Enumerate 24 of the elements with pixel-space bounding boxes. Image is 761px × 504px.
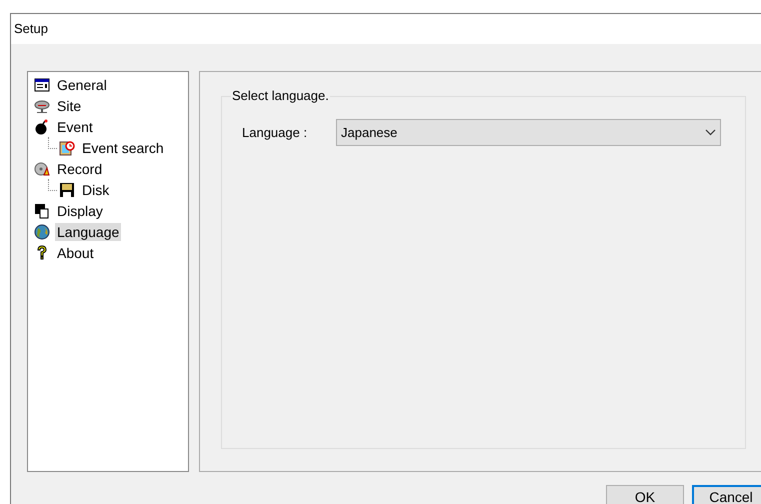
window-icon [34,76,50,92]
window-title: Setup [14,20,48,38]
tree-item[interactable]: Display [55,202,105,220]
film-reel-icon [34,160,50,176]
tree-item[interactable]: Language [55,222,122,240]
windows-icon [34,202,50,218]
field-label: Language : [242,124,308,142]
network-icon [34,98,50,114]
tree-item[interactable]: Record [55,160,104,178]
tree-item[interactable]: Disk [80,180,112,198]
globe-icon [34,224,50,240]
tree-item[interactable]: Event [55,118,95,136]
dialog-button[interactable]: Cancel [692,485,761,504]
clipboard-clock-icon [59,140,75,156]
chevron-down-icon [705,129,716,136]
tree-connector [48,178,57,190]
language-dropdown[interactable]: Japanese [336,119,721,146]
bomb-icon [34,118,50,134]
tree-item[interactable]: Event search [80,138,166,156]
tree-item[interactable]: About [55,244,96,262]
dialog-button[interactable]: OK [606,485,684,504]
tree-item[interactable]: General [55,76,109,94]
tree-connector [48,136,57,148]
tree-item[interactable]: Site [55,96,84,114]
